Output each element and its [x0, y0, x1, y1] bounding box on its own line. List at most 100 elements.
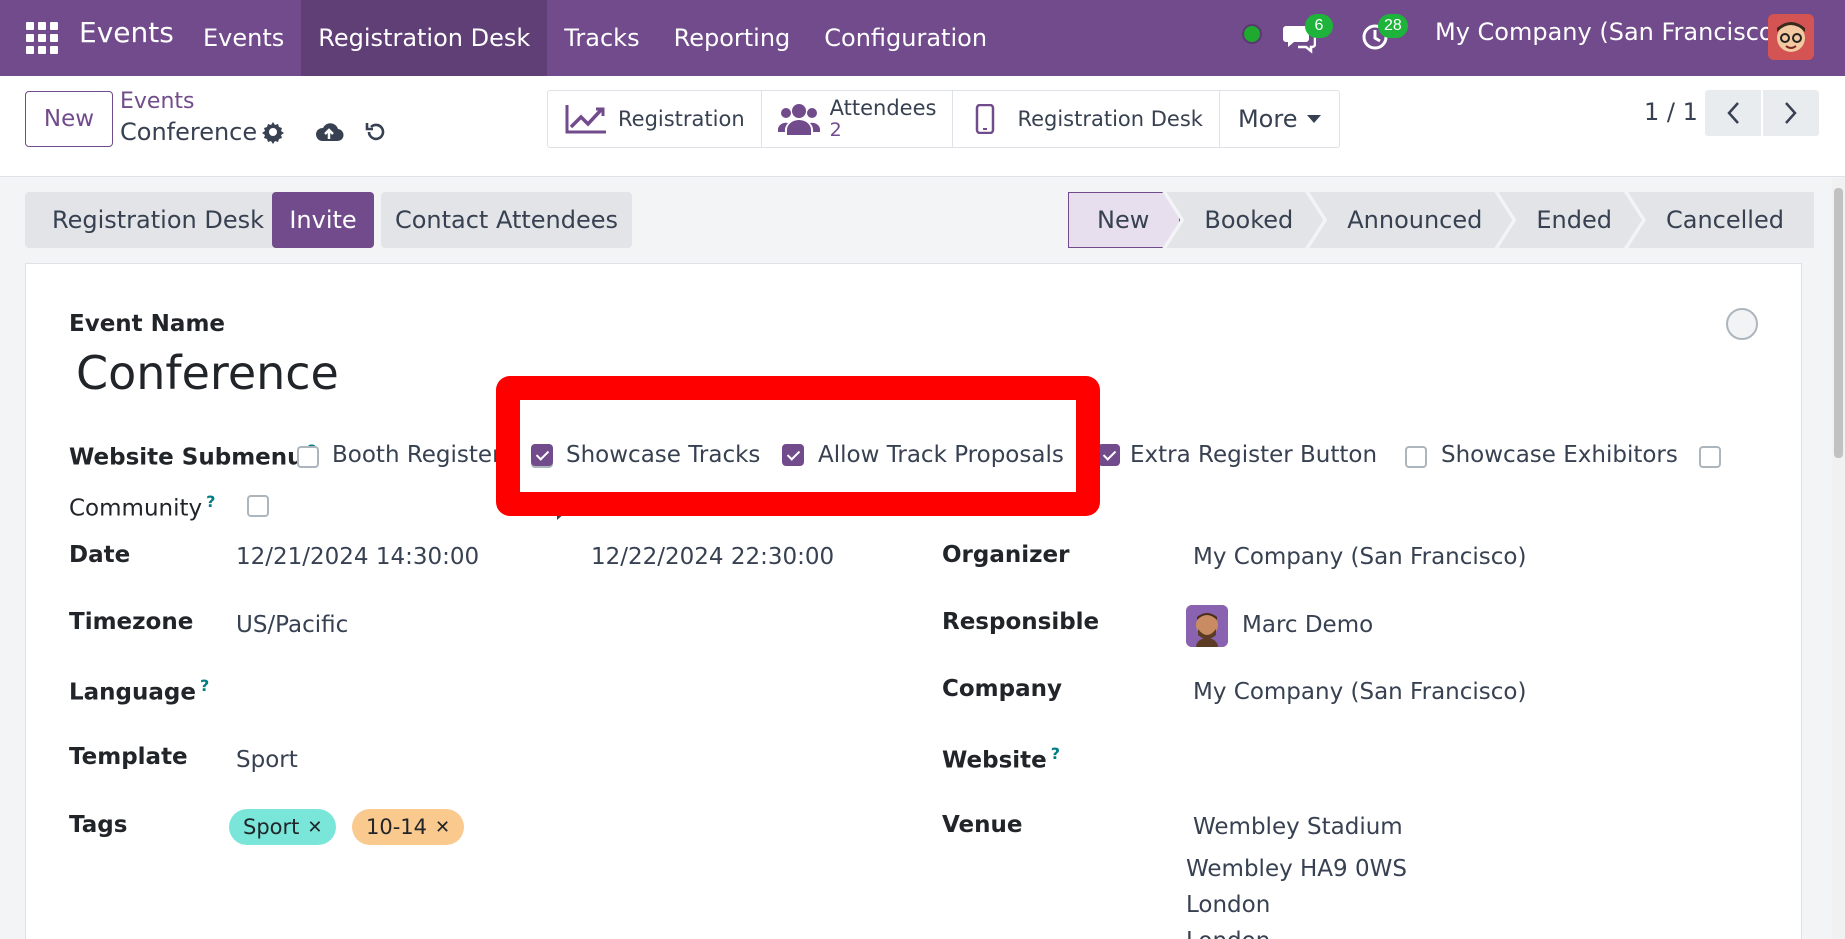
extra-register-button-label: Extra Register Button [1130, 442, 1378, 468]
control-panel: New Events Conference Registration Atten… [0, 76, 1845, 177]
stage-announced[interactable]: Announced [1309, 192, 1512, 248]
top-navbar: Events Events Registration Desk Tracks R… [0, 0, 1845, 76]
website-submenu-label: Website Submenu? [69, 441, 317, 471]
registration-desk-smart-button[interactable]: Registration Desk [953, 91, 1220, 147]
contact-attendees-button[interactable]: Contact Attendees [381, 192, 632, 248]
undo-icon[interactable] [364, 120, 388, 144]
template-label: Template [69, 744, 188, 770]
breadcrumb-current: Conference [120, 118, 258, 146]
app-brand[interactable]: Events [79, 16, 174, 49]
tag-10-14-label: 10-14 [366, 815, 428, 839]
allow-track-proposals-label: Allow Track Proposals [818, 442, 1064, 468]
company-label: Company [942, 676, 1062, 702]
help-icon[interactable]: ? [200, 676, 209, 695]
stage-cancelled[interactable]: Cancelled [1627, 192, 1814, 248]
chart-line-icon [565, 105, 606, 134]
website-label: Website? [942, 744, 1061, 774]
main-menu: Events Registration Desk Tracks Reportin… [186, 0, 1004, 76]
company-switcher[interactable]: My Company (San Francisco) [1435, 18, 1783, 46]
company-field[interactable]: My Company (San Francisco) [1193, 679, 1526, 705]
menu-events[interactable]: Events [186, 0, 301, 76]
allow-track-proposals-checkbox[interactable] [782, 444, 804, 466]
venue-state: London [1186, 928, 1270, 939]
more-label: More [1237, 105, 1298, 133]
registration-desk-smart-label: Registration Desk [1017, 107, 1203, 131]
responsible-avatar [1186, 605, 1228, 647]
form-sheet: Event Name Conference Website Submenu? B… [25, 263, 1802, 939]
apps-grid-icon[interactable] [26, 22, 58, 54]
tag-sport-label: Sport [243, 815, 300, 839]
pager-value[interactable]: 1 / 1 [1644, 98, 1698, 126]
pager-previous-button[interactable] [1705, 90, 1761, 136]
caret-down-icon [1307, 115, 1322, 123]
showcase-exhibitors-label: Showcase Exhibitors [1441, 442, 1678, 468]
date-label: Date [69, 542, 131, 568]
help-icon[interactable]: ? [206, 492, 215, 511]
showcase-exhibitors-checkbox[interactable] [1405, 446, 1427, 468]
breadcrumb-parent[interactable]: Events [120, 89, 195, 114]
venue-address-line: Wembley HA9 0WS [1186, 856, 1407, 882]
tag-remove-icon[interactable]: ✕ [435, 817, 450, 838]
pager-next-button[interactable] [1763, 90, 1819, 136]
showcase-tracks-checkbox[interactable] [531, 444, 553, 466]
tags-label: Tags [69, 812, 128, 838]
date-end-field[interactable]: 12/22/2024 22:30:00 [591, 544, 834, 570]
new-button[interactable]: New [25, 91, 113, 147]
language-label: Language? [69, 676, 210, 706]
venue-name[interactable]: Wembley Stadium [1193, 814, 1403, 840]
presence-status-icon [1242, 24, 1262, 44]
registration-desk-button[interactable]: Registration Desk [25, 192, 291, 248]
showcase-tracks-label: Showcase Tracks [566, 442, 761, 468]
arrow-right-icon [542, 500, 568, 530]
invite-button[interactable]: Invite [272, 192, 374, 248]
menu-reporting[interactable]: Reporting [657, 0, 808, 76]
tag-10-14: 10-14 ✕ [352, 809, 465, 845]
stage-ended[interactable]: Ended [1498, 192, 1642, 248]
user-avatar[interactable] [1768, 14, 1814, 60]
venue-label: Venue [942, 812, 1023, 838]
registration-smart-button[interactable]: Registration [548, 91, 762, 147]
cloud-upload-icon[interactable] [314, 120, 344, 144]
date-begin-field[interactable]: 12/21/2024 14:30:00 [236, 544, 479, 570]
responsible-label: Responsible [942, 609, 1100, 635]
activity-count-badge: 28 [1378, 14, 1408, 38]
chevron-right-icon [1785, 102, 1797, 124]
organizer-field[interactable]: My Company (San Francisco) [1193, 544, 1526, 570]
event-name-field[interactable]: Conference [76, 346, 339, 400]
template-field[interactable]: Sport [236, 747, 298, 773]
venue-city: London [1186, 892, 1271, 918]
organizer-label: Organizer [942, 542, 1070, 568]
smart-buttons: Registration Attendees 2 Registration De… [547, 90, 1341, 148]
tag-remove-icon[interactable]: ✕ [307, 817, 322, 838]
attendees-smart-button[interactable]: Attendees 2 [762, 91, 954, 147]
users-icon [777, 104, 820, 135]
attendees-smart-label: Attendees [829, 96, 937, 120]
page-scrollbar[interactable] [1832, 178, 1845, 939]
stage-new[interactable]: New [1068, 192, 1180, 248]
priority-toggle[interactable] [1726, 308, 1758, 340]
menu-tracks[interactable]: Tracks [547, 0, 656, 76]
timezone-field[interactable]: US/Pacific [236, 612, 348, 638]
chat-count-badge: 6 [1305, 14, 1333, 38]
stage-booked[interactable]: Booked [1166, 192, 1323, 248]
stage-statusbar: New Booked Announced Ended Cancelled [1068, 192, 1814, 248]
menu-registration-desk[interactable]: Registration Desk [301, 0, 548, 76]
scrollbar-thumb[interactable] [1834, 188, 1843, 458]
event-name-label: Event Name [69, 311, 226, 337]
extra-register-button-checkbox[interactable] [1098, 444, 1120, 466]
attendees-count: 2 [829, 119, 842, 141]
mobile-icon [976, 104, 995, 134]
registration-smart-label: Registration [618, 107, 745, 131]
community-checkbox[interactable] [247, 495, 269, 517]
website-submenu-checkbox[interactable] [297, 446, 319, 468]
gear-icon[interactable] [261, 120, 285, 144]
chevron-left-icon [1727, 102, 1739, 124]
tag-sport: Sport ✕ [229, 809, 337, 845]
more-dropdown[interactable]: More [1220, 91, 1340, 147]
responsible-field[interactable]: Marc Demo [1242, 612, 1373, 638]
timezone-label: Timezone [69, 609, 194, 635]
extra-checkbox[interactable] [1699, 446, 1721, 468]
community-label: Community? [69, 492, 216, 522]
help-icon[interactable]: ? [1051, 744, 1060, 763]
menu-configuration[interactable]: Configuration [807, 0, 1004, 76]
